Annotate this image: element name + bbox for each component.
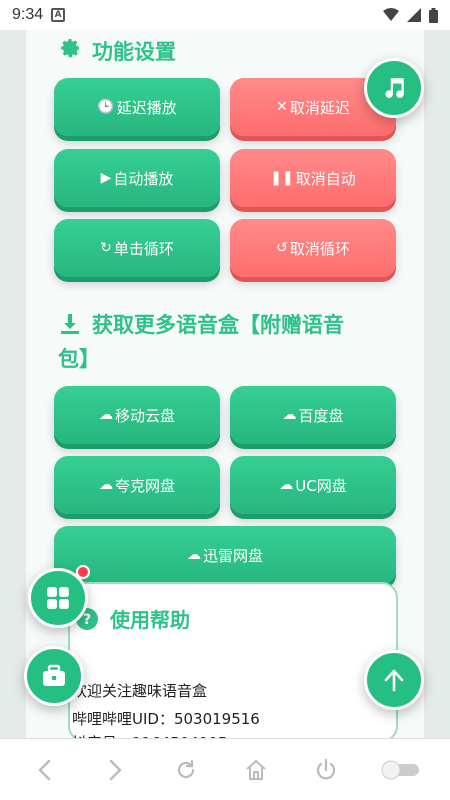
cancel-auto-label: 取消自动 bbox=[295, 169, 356, 188]
refresh-button[interactable] bbox=[166, 750, 206, 790]
clock-icon: 🕒 bbox=[97, 99, 115, 115]
cloud-icon: ☁ bbox=[98, 477, 113, 493]
signal-icon bbox=[407, 8, 421, 22]
single-loop-button[interactable]: ↻ 单击循环 bbox=[54, 219, 220, 277]
cloud-icon: ☁ bbox=[186, 547, 201, 563]
power-button[interactable] bbox=[306, 750, 346, 790]
scroll-top-fab[interactable] bbox=[364, 650, 424, 710]
toggle-icon bbox=[381, 760, 419, 779]
auto-play-button[interactable]: ▶ 自动播放 bbox=[54, 149, 220, 207]
toolbox-icon bbox=[43, 664, 65, 686]
toolbox-fab[interactable] bbox=[24, 646, 84, 706]
undo-icon: ↺ bbox=[276, 240, 288, 256]
redo-icon: ↻ bbox=[100, 240, 112, 256]
home-icon bbox=[246, 759, 266, 780]
chevron-right-icon bbox=[110, 759, 123, 780]
wifi-icon bbox=[383, 8, 399, 21]
help-section-title: ? 使用帮助 bbox=[76, 604, 190, 633]
settings-section-title: 功能设置 bbox=[58, 36, 176, 66]
more-title-line1: 获取更多语音盒【附赠语音 bbox=[92, 313, 344, 337]
svg-text:?: ? bbox=[83, 612, 91, 628]
back-button[interactable] bbox=[25, 750, 65, 790]
download-icon bbox=[61, 314, 79, 334]
single-loop-label: 单击循环 bbox=[113, 239, 174, 258]
refresh-icon bbox=[177, 759, 194, 778]
more-section-title: 获取更多语音盒【附赠语音 包】 bbox=[58, 308, 378, 376]
uc-pan-label: UC网盘 bbox=[295, 476, 347, 495]
status-icons bbox=[383, 7, 438, 23]
delay-play-label: 延迟播放 bbox=[116, 98, 177, 117]
cancel-auto-button[interactable]: ❚❚ 取消自动 bbox=[230, 149, 396, 207]
settings-title: 功能设置 bbox=[92, 40, 176, 64]
baidu-pan-button[interactable]: ☁ 百度盘 bbox=[230, 386, 396, 444]
mobile-cloud-button[interactable]: ☁ 移动云盘 bbox=[54, 386, 220, 444]
chevron-left-icon bbox=[38, 759, 51, 780]
mobile-cloud-label: 移动云盘 bbox=[114, 406, 175, 425]
help-line-welcome: 欢迎关注趣味语音盒 bbox=[72, 682, 208, 700]
forward-button[interactable] bbox=[95, 750, 135, 790]
auto-play-label: 自动播放 bbox=[113, 169, 174, 188]
bottom-navigation bbox=[0, 738, 450, 800]
power-icon bbox=[317, 758, 336, 779]
music-note-icon bbox=[385, 78, 404, 98]
more-title-line2: 包】 bbox=[58, 347, 100, 371]
delay-play-button[interactable]: 🕒 延迟播放 bbox=[54, 78, 220, 136]
notification-icon: A bbox=[51, 8, 66, 22]
pause-icon: ❚❚ bbox=[270, 170, 294, 186]
cloud-icon: ☁ bbox=[98, 407, 113, 423]
home-button[interactable] bbox=[236, 750, 276, 790]
cancel-delay-label: 取消延迟 bbox=[289, 98, 350, 117]
toggle-switch[interactable] bbox=[377, 750, 425, 790]
status-bar: 9:34 A bbox=[0, 0, 450, 30]
xunlei-pan-button[interactable]: ☁ 迅雷网盘 bbox=[54, 526, 396, 584]
help-line-bilibili: 哔哩哔哩UID：503019516 bbox=[72, 710, 260, 728]
music-fab[interactable] bbox=[364, 58, 424, 118]
uc-pan-button[interactable]: ☁ UC网盘 bbox=[230, 456, 396, 514]
xunlei-pan-label: 迅雷网盘 bbox=[202, 546, 263, 565]
notification-badge bbox=[76, 565, 90, 579]
cloud-icon: ☁ bbox=[279, 477, 294, 493]
baidu-pan-label: 百度盘 bbox=[298, 406, 344, 425]
grid-icon bbox=[47, 587, 69, 609]
close-icon: ✕ bbox=[276, 99, 288, 115]
cancel-loop-button[interactable]: ↺ 取消循环 bbox=[230, 219, 396, 277]
gear-icon bbox=[61, 39, 79, 58]
arrow-up-icon bbox=[384, 669, 404, 692]
play-icon: ▶ bbox=[100, 170, 112, 186]
cancel-loop-label: 取消循环 bbox=[289, 239, 350, 258]
quark-pan-label: 夸克网盘 bbox=[114, 476, 175, 495]
help-title: 使用帮助 bbox=[110, 608, 190, 632]
status-time: 9:34 bbox=[12, 6, 44, 23]
cloud-icon: ☁ bbox=[282, 407, 297, 423]
quark-pan-button[interactable]: ☁ 夸克网盘 bbox=[54, 456, 220, 514]
battery-icon bbox=[429, 7, 438, 23]
